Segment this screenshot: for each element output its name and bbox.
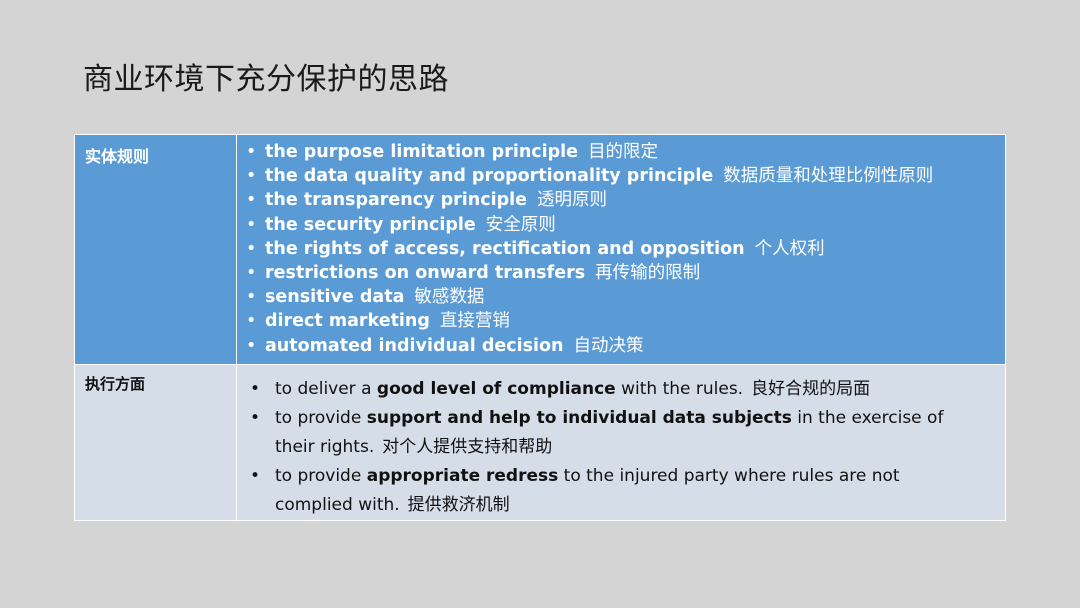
item-emphasis: appropriate redress	[366, 466, 559, 486]
item-en: the data quality and proportionality pri…	[265, 166, 714, 187]
bullet-icon: •	[246, 311, 257, 332]
table-row: 实体规则 • the purpose limitation principle 目的…	[74, 134, 1006, 365]
list-item: • restrictions on onward transfers 再传输的限制	[243, 261, 1005, 285]
enforcement-list: • to deliver a good level of compliance w…	[243, 370, 1005, 520]
list-item: • the security principle 安全原则	[243, 213, 1005, 237]
item-en: the security principle	[265, 214, 476, 235]
item-zh: 数据质量和处理比例性原则	[723, 166, 934, 187]
bullet-icon: •	[246, 335, 257, 356]
list-item: • the data quality and proportionality pr…	[243, 164, 1005, 188]
list-item: • automated individual decision 自动决策	[243, 334, 1005, 358]
row-label: 实体规则	[74, 134, 237, 365]
item-en: automated individual decision	[265, 335, 564, 356]
item-zh: 良好合规的局面	[751, 379, 871, 399]
list-item: • sensitive data 敏感数据	[243, 285, 1005, 309]
row-label: 执行方面	[74, 364, 237, 521]
list-item: • the purpose limitation principle 目的限定	[243, 140, 1005, 164]
row-content: • to deliver a good level of compliance w…	[236, 364, 1006, 521]
item-en: the transparency principle	[265, 190, 528, 211]
item-text: to provide	[275, 466, 367, 486]
bullet-icon: •	[250, 408, 261, 428]
item-en: the purpose limitation principle	[265, 142, 579, 162]
item-zh: 个人权利	[754, 238, 825, 259]
item-zh: 自动决策	[573, 335, 644, 356]
item-zh: 提供救济机制	[407, 495, 510, 515]
item-zh: 对个人提供支持和帮助	[382, 437, 553, 457]
bullet-icon: •	[246, 166, 257, 187]
item-zh: 安全原则	[485, 214, 556, 235]
item-emphasis: support and help to individual data subj…	[366, 408, 792, 428]
item-text: to provide	[275, 408, 367, 428]
item-text: with the rules.	[615, 379, 744, 399]
item-en: sensitive data	[265, 287, 405, 308]
item-zh: 透明原则	[537, 190, 608, 211]
row-content: • the purpose limitation principle 目的限定 • t…	[236, 134, 1006, 365]
bullet-icon: •	[250, 379, 261, 399]
table-row: 执行方面 • to deliver a good level of complia…	[74, 364, 1006, 521]
item-en: restrictions on onward transfers	[265, 263, 586, 284]
item-emphasis: good level of compliance	[376, 379, 616, 399]
bullet-icon: •	[246, 190, 257, 211]
item-zh: 目的限定	[588, 142, 659, 162]
item-text: to deliver a	[275, 379, 377, 399]
list-item: • to provide support and help to individu…	[243, 404, 1005, 462]
item-zh: 敏感数据	[414, 287, 485, 308]
substantive-rules-list: • the purpose limitation principle 目的限定 • t…	[243, 140, 1005, 358]
list-item: • the transparency principle 透明原则	[243, 188, 1005, 212]
item-zh: 再传输的限制	[595, 263, 701, 284]
list-item: • to deliver a good level of compliance w…	[243, 375, 1005, 404]
list-item: • the rights of access, rectification and…	[243, 237, 1005, 261]
list-item: • direct marketing 直接营销	[243, 309, 1005, 333]
bullet-icon: •	[246, 214, 257, 235]
bullet-icon: •	[246, 287, 257, 308]
slide-title: 商业环境下充分保护的思路	[83, 62, 449, 97]
protection-table: 实体规则 • the purpose limitation principle 目的…	[74, 134, 1006, 521]
bullet-icon: •	[246, 238, 257, 259]
item-zh: 直接营销	[439, 311, 510, 332]
item-en: the rights of access, rectification and …	[265, 238, 745, 259]
item-en: direct marketing	[265, 311, 430, 332]
bullet-icon: •	[246, 142, 257, 162]
bullet-icon: •	[246, 263, 257, 284]
list-item: • to provide appropriate redress to the i…	[243, 462, 1005, 520]
bullet-icon: •	[250, 466, 261, 486]
